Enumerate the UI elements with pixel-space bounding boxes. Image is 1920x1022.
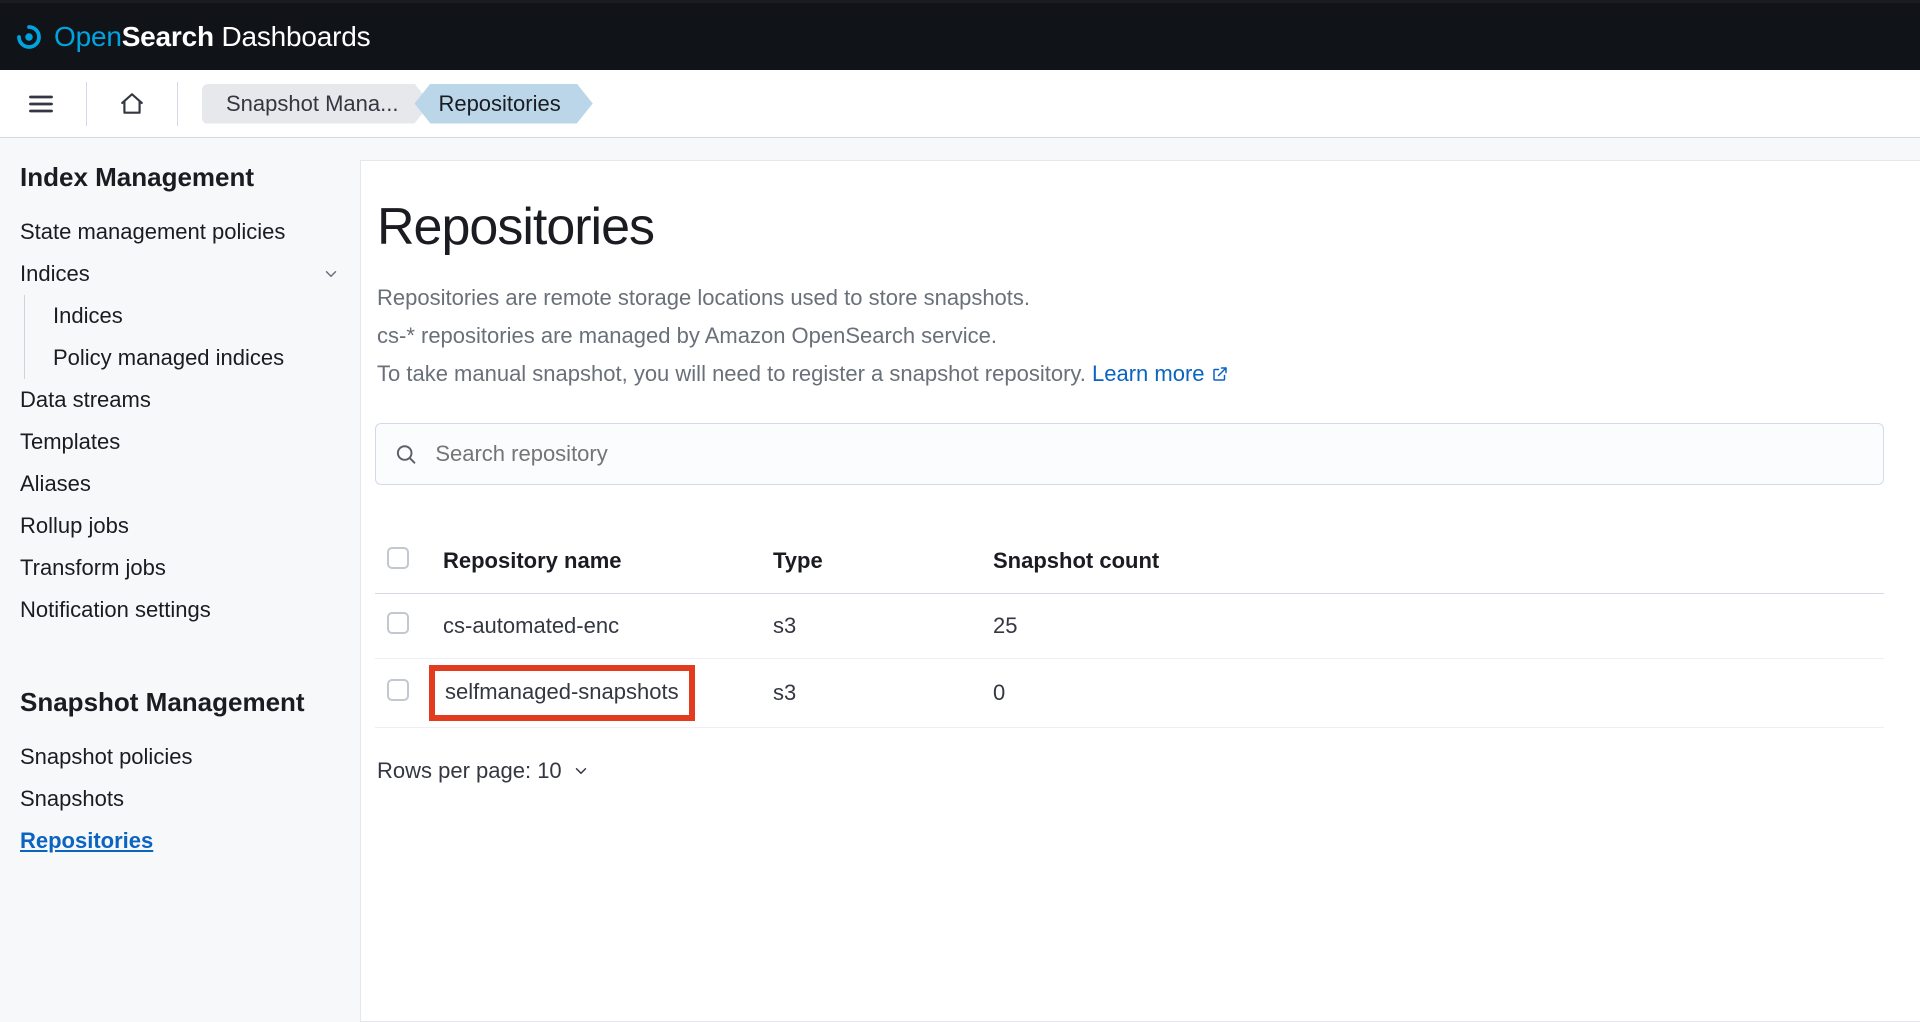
sidebar-item-label: Snapshot policies [20,744,192,770]
sidebar-item-templates[interactable]: Templates [20,421,340,463]
sidebar-indices-subgroup: Indices Policy managed indices [24,295,340,379]
sidebar-item-indices[interactable]: Indices [20,253,340,295]
cell-repo-type: s3 [761,594,981,659]
sidebar: Index Management State management polici… [0,138,360,1022]
chevron-down-icon [572,762,590,780]
sidebar-item-snapshots[interactable]: Snapshots [20,778,340,820]
sidebar-item-label: Indices [20,261,90,287]
divider [177,82,178,126]
cell-repo-name: cs-automated-enc [431,594,761,659]
sidebar-item-label: Repositories [20,828,153,854]
sidebar-heading-index-management: Index Management [20,162,340,193]
col-header-count[interactable]: Snapshot count [981,529,1884,594]
sidebar-item-label: Policy managed indices [53,345,284,371]
sidebar-heading-snapshot-management: Snapshot Management [20,687,340,718]
rows-per-page-button[interactable]: Rows per page: 10 [375,758,1884,784]
brand-search: Search [122,21,214,52]
page-description-1: Repositories are remote storage location… [375,281,1884,315]
hamburger-button[interactable] [20,83,62,125]
sidebar-item-policy-managed-indices[interactable]: Policy managed indices [45,337,340,379]
cell-repo-count: 0 [981,659,1884,728]
sidebar-item-label: Notification settings [20,597,211,623]
sidebar-item-notification-settings[interactable]: Notification settings [20,589,340,631]
row-checkbox[interactable] [387,679,409,701]
search-input[interactable] [435,441,1865,467]
table-header-row: Repository name Type Snapshot count [375,529,1884,594]
sidebar-item-label: Data streams [20,387,151,413]
sidebar-item-label: Templates [20,429,120,455]
page-description-3-text: To take manual snapshot, you will need t… [377,361,1092,386]
page-description-2: cs-* repositories are managed by Amazon … [375,319,1884,353]
sidebar-item-snapshot-policies[interactable]: Snapshot policies [20,736,340,778]
table-row[interactable]: selfmanaged-snapshots s3 0 [375,659,1884,728]
brand-logo[interactable]: OpenSearch Dashboards [14,21,370,53]
main-layout: Index Management State management polici… [0,138,1920,1022]
sidebar-item-state-policies[interactable]: State management policies [20,211,340,253]
sidebar-item-label: State management policies [20,219,285,245]
home-button[interactable] [111,83,153,125]
sidebar-item-rollup-jobs[interactable]: Rollup jobs [20,505,340,547]
sidebar-item-data-streams[interactable]: Data streams [20,379,340,421]
sidebar-item-aliases[interactable]: Aliases [20,463,340,505]
sidebar-item-label: Aliases [20,471,91,497]
sidebar-item-label: Indices [53,303,123,329]
top-bar: OpenSearch Dashboards [0,0,1920,70]
breadcrumb-label: Repositories [438,91,560,117]
sidebar-item-transform-jobs[interactable]: Transform jobs [20,547,340,589]
col-header-name[interactable]: Repository name [431,529,761,594]
sidebar-item-repositories[interactable]: Repositories [20,820,340,862]
table-row[interactable]: cs-automated-enc s3 25 [375,594,1884,659]
highlighted-repo-name: selfmanaged-snapshots [429,665,695,721]
external-link-icon [1211,359,1229,393]
page-description-3: To take manual snapshot, you will need t… [375,357,1884,393]
search-box[interactable] [375,423,1884,485]
sidebar-item-label: Transform jobs [20,555,166,581]
breadcrumb-repositories[interactable]: Repositories [414,84,592,124]
chevron-down-icon [322,265,340,283]
divider [86,82,87,126]
learn-more-label: Learn more [1092,361,1205,386]
search-icon [394,442,417,466]
header-checkbox-cell [375,529,431,594]
brand-open: Open [54,21,122,52]
sidebar-item-indices-sub[interactable]: Indices [45,295,340,337]
row-checkbox[interactable] [387,612,409,634]
select-all-checkbox[interactable] [387,547,409,569]
brand-dash: Dashboards [214,21,371,52]
home-icon [119,91,145,117]
breadcrumb-label: Snapshot Mana... [226,91,398,117]
brand-text: OpenSearch Dashboards [54,21,370,53]
hamburger-icon [27,90,55,118]
cell-repo-type: s3 [761,659,981,728]
rows-per-page-label: Rows per page: 10 [377,758,562,784]
repositories-table: Repository name Type Snapshot count cs-a… [375,529,1884,728]
content-panel: Repositories Repositories are remote sto… [360,160,1920,1022]
learn-more-link[interactable]: Learn more [1092,361,1229,386]
nav-row: Snapshot Mana... Repositories [0,70,1920,138]
sidebar-item-label: Rollup jobs [20,513,129,539]
cell-repo-name: selfmanaged-snapshots [431,659,761,728]
cell-repo-count: 25 [981,594,1884,659]
opensearch-icon [14,22,44,52]
page-title: Repositories [375,197,1884,257]
sidebar-item-label: Snapshots [20,786,124,812]
col-header-type[interactable]: Type [761,529,981,594]
breadcrumb-snapshot-management[interactable]: Snapshot Mana... [202,84,430,124]
